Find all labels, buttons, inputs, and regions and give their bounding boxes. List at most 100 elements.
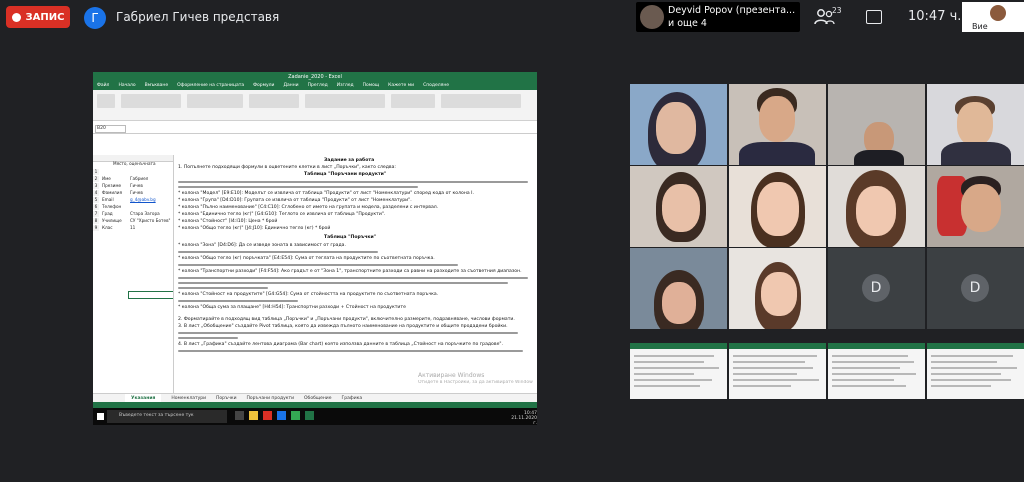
screen-share-tile[interactable]: [828, 343, 925, 399]
windows-start-icon[interactable]: [97, 413, 104, 420]
participant-tile[interactable]: [729, 248, 826, 329]
self-label: Вие: [972, 22, 988, 31]
opera-icon[interactable]: [263, 411, 272, 420]
recording-badge[interactable]: ЗАПИС: [6, 6, 70, 28]
sheet-tab[interactable]: Номенклатури: [171, 394, 206, 402]
cell-value[interactable]: Гичев: [130, 190, 143, 195]
participant-tile[interactable]: [729, 84, 826, 165]
pinned-avatar: [640, 5, 664, 29]
taskbar-clock: 10:47 21.11.2020 г.: [511, 411, 537, 425]
participant-tile[interactable]: [828, 84, 925, 165]
sheet-tab[interactable]: Поръчки: [216, 394, 236, 402]
file-explorer-icon[interactable]: [249, 411, 258, 420]
cell-value[interactable]: Стара Загора: [130, 211, 160, 216]
participant-tile[interactable]: [729, 166, 826, 247]
chrome-icon[interactable]: [291, 411, 300, 420]
cell-label[interactable]: Фамилия: [102, 190, 122, 195]
participant-tile[interactable]: [927, 84, 1024, 165]
doc-line: 3. В лист „Обобщение" създайте Pivot таб…: [178, 324, 508, 329]
cell-label[interactable]: Презиме: [102, 183, 121, 188]
screen-share-tile[interactable]: [729, 343, 826, 399]
participant-tile[interactable]: [630, 248, 727, 329]
ribbon-tab[interactable]: Помощ: [363, 82, 380, 90]
participant-tile[interactable]: [927, 166, 1024, 247]
presenter-avatar: Г: [84, 7, 106, 29]
sheet-tab[interactable]: Обобщение: [304, 394, 332, 402]
pinned-more: и още 4: [668, 18, 707, 29]
self-avatar: [990, 5, 1006, 21]
ribbon-tab[interactable]: Преглед: [308, 82, 328, 90]
cell-value[interactable]: Габриел: [130, 176, 148, 181]
formula-bar[interactable]: [93, 124, 537, 134]
cell-value[interactable]: 11: [130, 225, 135, 230]
participant-avatar: D: [862, 274, 890, 302]
sheet-tab[interactable]: Графика: [342, 394, 363, 402]
doc-intro: 1. Попълнете подходящи формули в оцветен…: [178, 165, 396, 170]
doc-subtitle: Таблица "Поръчки": [324, 235, 377, 240]
activation-watermark-sub: Отидете в Настройки, за да активирате Wi…: [418, 380, 533, 385]
sheet-tabs: Указания Номенклатури Поръчки Поръчани п…: [93, 393, 537, 402]
cell-label[interactable]: Име: [102, 176, 111, 181]
task-view-icon[interactable]: [235, 411, 244, 420]
paste-icon[interactable]: [97, 94, 115, 108]
sheet-tab-active[interactable]: Указания: [125, 394, 162, 402]
doc-line: * колона "Единично тегло (кг)" [G4:G10]:…: [178, 212, 386, 217]
name-box[interactable]: B20: [95, 125, 126, 133]
cell-label[interactable]: Клас: [102, 225, 113, 230]
ribbon-tab[interactable]: Кажете ми: [388, 82, 414, 90]
doc-line: 2. Форматирайте в подходящ вид таблица „…: [178, 317, 515, 322]
ribbon-tab[interactable]: Данни: [283, 82, 298, 90]
recording-label: ЗАПИС: [25, 11, 65, 23]
screen-share-tile[interactable]: [630, 343, 727, 399]
meeting-clock: 10:47 ч.: [908, 9, 962, 24]
people-count: 23: [832, 6, 842, 15]
ribbon-tab[interactable]: Споделяне: [423, 82, 449, 90]
ribbon-tab[interactable]: Оформление на страницата: [177, 82, 244, 90]
participant-tile[interactable]: [630, 84, 727, 165]
doc-line: * колона "Зона" [D4:D6]: Да се изведе зо…: [178, 243, 346, 248]
excel-ribbon-tabs: Файл Начало Вмъкване Оформление на стран…: [93, 82, 537, 90]
alignment-group[interactable]: [187, 94, 243, 108]
cell-value[interactable]: g_4@abv.bg: [130, 197, 156, 202]
cell-label[interactable]: Email: [102, 197, 114, 202]
cell-value[interactable]: Гичев: [130, 183, 143, 188]
excel-title-bar: Zadanie_2020 - Excel: [93, 72, 537, 82]
edge-icon[interactable]: [277, 411, 286, 420]
student-info-cells: Място, оценъчната 1 2 Име Габриел 3 Презиме…: [93, 161, 171, 231]
editing-group[interactable]: [441, 94, 521, 108]
ribbon-tab[interactable]: Начало: [118, 82, 135, 90]
presenter-text: Габриел Гичев представя: [116, 10, 280, 24]
participant-tile[interactable]: [828, 166, 925, 247]
doc-line: * колона "Стойност на продуктите" [G4:G5…: [178, 292, 439, 297]
doc-line: 4. В лист „Графика" създайте лентова диа…: [178, 342, 503, 347]
sheet-tab[interactable]: Поръчани продукти: [247, 394, 294, 402]
participant-tile[interactable]: [630, 166, 727, 247]
cells-group[interactable]: [391, 94, 435, 108]
excel-taskbar-icon[interactable]: [305, 411, 314, 420]
ribbon-tab[interactable]: Изглед: [337, 82, 354, 90]
cell-label[interactable]: Град: [102, 211, 113, 216]
font-group[interactable]: [121, 94, 181, 108]
cell-value[interactable]: СУ "Христо Ботев": [130, 218, 170, 223]
doc-line: * колона "Стойност" [I4:I10]: Цена * бро…: [178, 219, 278, 224]
doc-title: Задание за работа: [324, 158, 375, 163]
number-group[interactable]: [249, 94, 299, 108]
doc-subtitle: Таблица "Поръчани продукти": [304, 172, 387, 177]
recording-dot-icon: [11, 12, 21, 22]
ribbon-tab[interactable]: Вмъкване: [145, 82, 169, 90]
participant-avatar: D: [961, 274, 989, 302]
selected-cell[interactable]: [128, 291, 174, 299]
chat-icon[interactable]: [866, 10, 882, 24]
ribbon-tab[interactable]: Формули: [253, 82, 274, 90]
styles-group[interactable]: [305, 94, 385, 108]
participant-tile-no-video[interactable]: D: [828, 248, 925, 329]
task-text-box: Задание за работа 1. Попълнете подходящи…: [173, 155, 537, 393]
left-header: Място, оценъчната: [113, 161, 156, 166]
doc-line: * колона "Общо тегло (кг)" [J4:J10]: Еди…: [178, 226, 331, 231]
ribbon-tab[interactable]: Файл: [97, 82, 109, 90]
participant-tile-no-video[interactable]: D: [927, 248, 1024, 329]
activation-watermark: Активиране Windows: [418, 372, 485, 379]
screen-share-tile[interactable]: [927, 343, 1024, 399]
cell-label[interactable]: Телефон: [102, 204, 121, 209]
cell-label[interactable]: Училище: [102, 218, 122, 223]
